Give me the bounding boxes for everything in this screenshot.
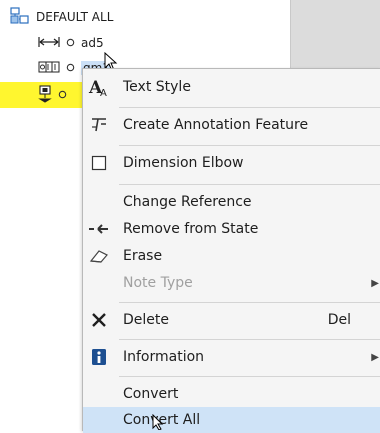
tree-item-default-all[interactable]: DEFAULT ALL bbox=[10, 6, 113, 28]
submenu-arrow-icon: ▶ bbox=[371, 351, 379, 363]
menu-item-shortcut: Del bbox=[327, 312, 351, 328]
menu-item-convert[interactable]: Convert bbox=[83, 380, 380, 408]
text-style-icon: A A bbox=[87, 75, 111, 99]
dimension-icon bbox=[38, 36, 60, 51]
menu-separator bbox=[119, 145, 380, 146]
menu-item-label: Remove from State bbox=[123, 221, 259, 237]
annotation-dot-icon bbox=[58, 88, 67, 102]
menu-separator bbox=[119, 107, 380, 108]
menu-item-note-type[interactable]: Note Type ▶ bbox=[83, 269, 380, 297]
info-icon bbox=[87, 345, 111, 369]
menu-item-label: Information bbox=[123, 349, 205, 365]
tree-item-label: ad5 bbox=[81, 36, 104, 50]
annotation-dot-icon bbox=[66, 36, 75, 50]
eraser-icon bbox=[87, 244, 111, 268]
menu-separator bbox=[119, 184, 380, 185]
submenu-arrow-icon: ▶ bbox=[371, 277, 379, 289]
menu-item-label: Create Annotation Feature bbox=[123, 117, 309, 133]
datum-feature-icon bbox=[38, 84, 52, 106]
menu-item-text-style[interactable]: A A Text Style bbox=[83, 73, 380, 101]
menu-item-label: Dimension Elbow bbox=[123, 155, 244, 171]
menu-item-label: Note Type bbox=[123, 275, 193, 291]
menu-item-convert-all[interactable]: Convert All bbox=[83, 407, 380, 433]
menu-separator bbox=[119, 302, 380, 303]
tree-item-label: DEFAULT ALL bbox=[36, 10, 114, 24]
menu-item-label: Convert All bbox=[123, 412, 201, 428]
combined-state-icon bbox=[10, 6, 30, 28]
annotation-dot-icon bbox=[66, 61, 75, 75]
annotation-feature-icon bbox=[87, 113, 111, 137]
menu-item-label: Change Reference bbox=[123, 194, 252, 210]
tree-item-dimension[interactable]: ad5 bbox=[38, 32, 104, 54]
menu-item-label: Text Style bbox=[123, 79, 191, 95]
delete-x-icon bbox=[87, 308, 111, 332]
menu-item-delete[interactable]: Delete Del bbox=[83, 306, 380, 334]
menu-separator bbox=[119, 376, 380, 377]
menu-item-change-reference[interactable]: Change Reference bbox=[83, 188, 380, 216]
svg-text:A: A bbox=[100, 88, 107, 98]
menu-item-information[interactable]: Information ▶ bbox=[83, 343, 380, 371]
menu-item-remove-from-state[interactable]: Remove from State bbox=[83, 215, 380, 243]
menu-item-label: Convert bbox=[123, 386, 179, 402]
tree-item-datum[interactable] bbox=[38, 84, 73, 106]
menu-item-label: Delete bbox=[123, 312, 169, 328]
geometric-tolerance-icon bbox=[38, 61, 60, 76]
checkbox-icon bbox=[87, 151, 111, 175]
menu-item-erase[interactable]: Erase bbox=[83, 242, 380, 270]
menu-item-label: Erase bbox=[123, 248, 163, 264]
menu-item-create-annotation-feature[interactable]: Create Annotation Feature bbox=[83, 111, 380, 139]
menu-separator bbox=[119, 339, 380, 340]
context-menu: A A Text Style Create Annotation Feature… bbox=[82, 68, 380, 433]
remove-arrow-icon bbox=[87, 217, 111, 241]
menu-item-dimension-elbow[interactable]: Dimension Elbow bbox=[83, 149, 380, 177]
